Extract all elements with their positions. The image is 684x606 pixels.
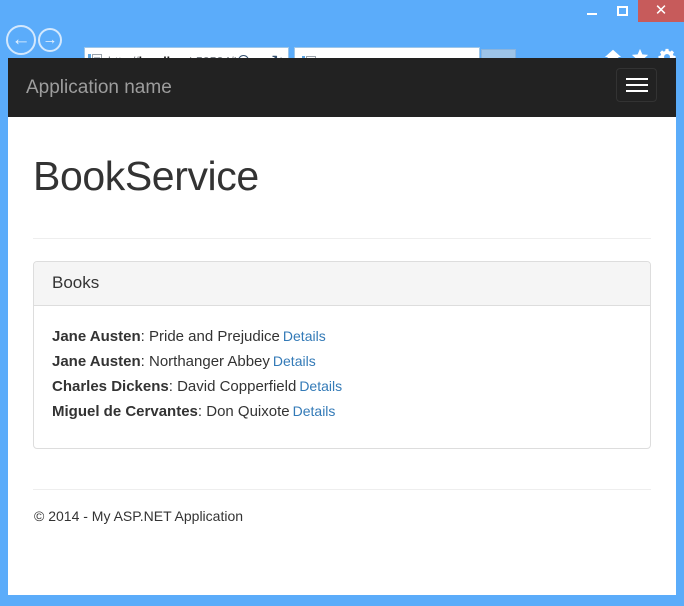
book-title: Northanger Abbey [148,353,270,370]
maximize-button[interactable] [607,0,638,22]
book-title: Don Quixote [206,403,290,420]
list-item: Charles Dickens: David Copperfield Detail… [52,374,632,399]
book-separator: : [140,353,149,370]
title-divider [33,238,651,239]
hamburger-bar [625,84,648,86]
arrow-right-icon: → [42,30,58,48]
title-bar: ✕ [0,0,684,22]
browser-toolbar: ← → http://localhost:50524/H ↻ [0,22,684,78]
book-author: Jane Austen [52,328,141,345]
footer-text: © 2014 - My ASP.NET Application [34,508,244,524]
page-viewport: Application name BookService Books Jane … [8,58,676,595]
footer-divider [33,489,651,490]
book-details-link[interactable]: Details [283,328,326,344]
books-panel-heading: Books [34,262,650,306]
book-author: Jane Austen [52,353,141,370]
books-panel: Books Jane Austen: Pride and Prejudice De… [33,261,651,449]
page-title: BookService [33,153,259,199]
book-separator: : [168,378,178,395]
forward-button[interactable]: → [38,28,62,52]
browser-window: ✕ ← → http://localhost:50524/H [0,0,684,606]
book-details-link[interactable]: Details [293,403,336,419]
book-separator: : [197,403,207,420]
book-title: Pride and Prejudice [148,328,280,345]
list-item: Miguel de Cervantes: Don Quixote Details [52,399,632,424]
books-panel-body: Jane Austen: Pride and Prejudice Details … [34,306,650,448]
book-author: Charles Dickens [52,378,169,395]
window-controls: ✕ [576,0,684,22]
book-separator: : [140,328,149,345]
book-details-link[interactable]: Details [299,378,342,394]
arrow-left-icon: ← [11,28,31,50]
back-button[interactable]: ← [6,25,36,55]
hamburger-menu-button[interactable] [616,68,657,102]
book-title: David Copperfield [177,378,297,395]
books-panel-title: Books [52,273,100,292]
minimize-button[interactable] [576,0,607,22]
book-author: Miguel de Cervantes [52,403,198,420]
page-container: BookService Books Jane Austen: Pride and… [8,153,676,524]
list-item: Jane Austen: Pride and Prejudice Details [52,324,632,349]
hamburger-bar [625,90,648,92]
close-icon: ✕ [654,1,668,19]
close-button[interactable]: ✕ [638,0,684,22]
hamburger-bar [625,78,648,80]
list-item: Jane Austen: Northanger Abbey Details [52,349,632,374]
navbar-brand[interactable]: Application name [26,77,172,99]
book-details-link[interactable]: Details [273,353,316,369]
navigation-buttons: ← → [6,22,62,58]
site-navbar: Application name [8,58,676,117]
